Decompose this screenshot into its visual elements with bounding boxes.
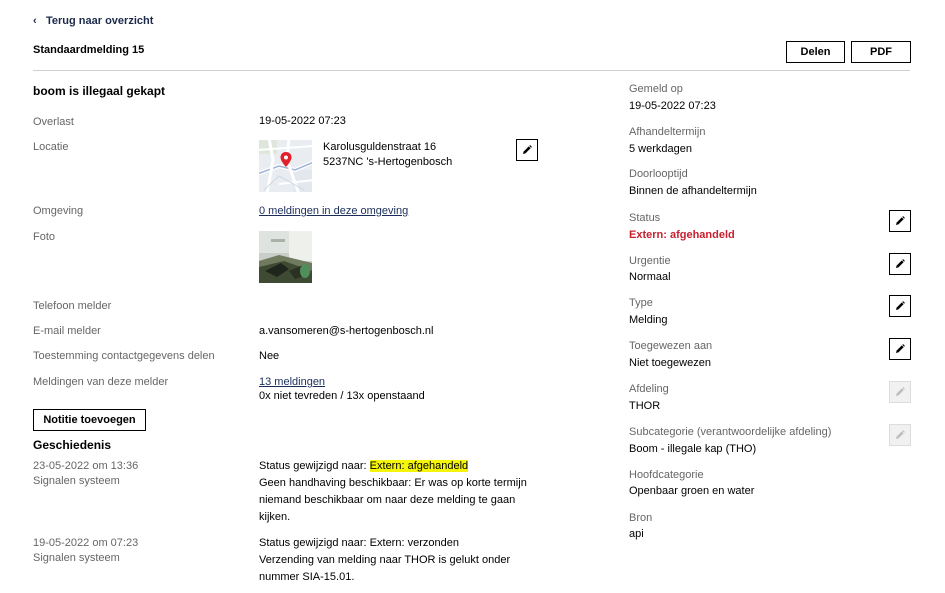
history-status-prefix: Status gewijzigd naar:: [259, 537, 370, 549]
afdeling-value: THOR: [629, 400, 661, 412]
photo-thumbnail[interactable]: [259, 231, 312, 283]
gemeld-op-value: 19-05-2022 07:23: [629, 100, 716, 112]
doorlooptijd-value: Binnen de afhandeltermijn: [629, 185, 757, 197]
afdeling-label: Afdeling: [629, 383, 669, 395]
locatie-label: Locatie: [33, 141, 69, 153]
overlast-label: Overlast: [33, 116, 74, 128]
edit-assignee-button[interactable]: [889, 338, 911, 360]
toestemming-label: Toestemming contactgegevens delen: [33, 350, 215, 362]
meldingen-label: Meldingen van deze melder: [33, 376, 169, 388]
page-title: Standaardmelding 15: [33, 44, 145, 56]
urgentie-value: Normaal: [629, 271, 671, 283]
location-map-thumbnail[interactable]: [259, 140, 312, 192]
overlast-value: 19-05-2022 07:23: [259, 115, 346, 127]
back-link[interactable]: ‹ Terug naar overzicht: [33, 15, 153, 27]
map-image: [259, 140, 312, 192]
history-status-value: Extern: afgehandeld: [369, 460, 469, 472]
pencil-icon: [896, 387, 905, 396]
history-date: 23-05-2022 om 13:36: [33, 460, 139, 472]
history-entry: Status gewijzigd naar: Extern: afgehande…: [259, 458, 527, 526]
history-status-value: Extern: verzonden: [369, 537, 459, 549]
history-line: niemand beschikbaar om naar deze melding…: [259, 494, 516, 506]
history-status-prefix: Status gewijzigd naar:: [259, 460, 370, 472]
pencil-icon: [896, 344, 905, 353]
type-value: Melding: [629, 314, 668, 326]
bron-label: Bron: [629, 512, 653, 524]
bron-value: api: [629, 528, 644, 540]
edit-location-button[interactable]: [516, 139, 538, 161]
afhandeltermijn-label: Afhandeltermijn: [629, 126, 706, 138]
melding-heading: boom is illegaal gekapt: [33, 84, 166, 98]
pdf-button[interactable]: PDF: [851, 41, 911, 63]
edit-type-button[interactable]: [889, 295, 911, 317]
history-line: Verzending van melding naar THOR is gelu…: [259, 554, 511, 566]
history-author: Signalen systeem: [33, 552, 120, 564]
pencil-icon: [896, 259, 905, 268]
hoofdcategorie-value: Openbaar groen en water: [629, 485, 755, 497]
history-line: nummer SIA-15.01.: [259, 571, 355, 583]
subcategorie-value: Boom - illegale kap (THO): [629, 443, 757, 455]
photo-image: [259, 231, 312, 283]
history-author: Signalen systeem: [33, 475, 120, 487]
pencil-icon: [896, 216, 905, 225]
history-date: 19-05-2022 om 07:23: [33, 537, 139, 549]
edit-urgency-button[interactable]: [889, 253, 911, 275]
meldingen-summary: 0x niet tevreden / 13x openstaand: [259, 390, 425, 402]
email-value: a.vansomeren@s-hertogenbosch.nl: [259, 325, 434, 337]
type-label: Type: [629, 297, 653, 309]
afhandeltermijn-value: 5 werkdagen: [629, 143, 692, 155]
toegewezen-value: Niet toegewezen: [629, 357, 711, 369]
email-label: E-mail melder: [33, 325, 101, 337]
header-divider: [33, 70, 910, 71]
history-line: kijken.: [259, 511, 291, 523]
hoofdcategorie-label: Hoofdcategorie: [629, 469, 704, 481]
omgeving-link[interactable]: 0 meldingen in deze omgeving: [259, 203, 408, 220]
pencil-icon: [523, 145, 532, 154]
foto-label: Foto: [33, 231, 56, 243]
address-line-2: 5237NC 's-Hertogenbosch: [323, 156, 453, 168]
toegewezen-label: Toegewezen aan: [629, 340, 713, 352]
add-note-button[interactable]: Notitie toevoegen: [33, 409, 146, 431]
history-line: Geen handhaving beschikbaar: Er was op k…: [259, 477, 527, 489]
gemeld-op-label: Gemeld op: [629, 83, 683, 95]
chevron-left-icon: ‹: [33, 15, 37, 27]
toestemming-value: Nee: [259, 350, 280, 362]
edit-subcategory-button: [889, 424, 911, 446]
history-heading: Geschiedenis: [33, 438, 112, 452]
telefoon-label: Telefoon melder: [33, 300, 112, 312]
status-label: Status: [629, 212, 661, 224]
pencil-icon: [896, 301, 905, 310]
history-entry: Status gewijzigd naar: Extern: verzonden…: [259, 535, 510, 586]
subcategorie-label: Subcategorie (verantwoordelijke afdeling…: [629, 426, 832, 438]
urgentie-label: Urgentie: [629, 255, 671, 267]
pencil-icon: [896, 430, 905, 439]
edit-status-button[interactable]: [889, 210, 911, 232]
edit-department-button: [889, 381, 911, 403]
back-link-label: Terug naar overzicht: [46, 15, 154, 27]
share-button[interactable]: Delen: [786, 41, 845, 63]
history-status-line: Status gewijzigd naar: Extern: verzonden: [259, 535, 510, 552]
status-value: Extern: afgehandeld: [629, 229, 735, 241]
doorlooptijd-label: Doorlooptijd: [629, 168, 688, 180]
history-status-line: Status gewijzigd naar: Extern: afgehande…: [259, 458, 527, 475]
omgeving-label: Omgeving: [33, 205, 84, 217]
